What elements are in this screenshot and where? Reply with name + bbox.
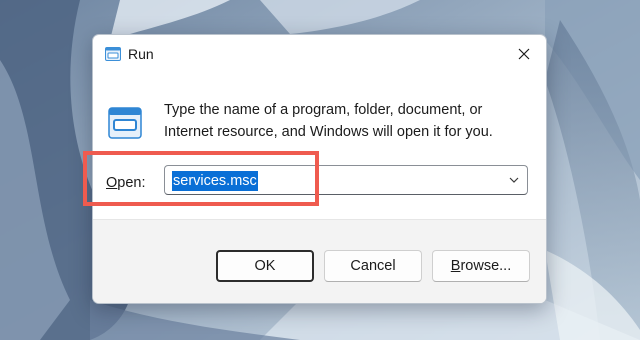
instruction-line-2: Internet resource, and Windows will open… [164, 124, 493, 140]
ok-button[interactable]: OK [216, 250, 314, 282]
open-label-rest: pen: [117, 175, 146, 191]
open-label-mnemonic: O [106, 175, 118, 191]
instruction-text: Type the name of a program, folder, docu… [164, 99, 534, 143]
browse-mnemonic: B [450, 258, 461, 274]
close-icon [518, 48, 530, 60]
window-title: Run [128, 46, 154, 62]
run-app-icon [108, 107, 142, 139]
run-app-icon [105, 47, 121, 61]
open-input-value[interactable]: services.msc [172, 171, 258, 191]
browse-label-rest: rowse... [460, 258, 512, 274]
browse-button[interactable]: Browse... [432, 250, 530, 282]
chevron-down-icon[interactable] [508, 174, 520, 186]
close-button[interactable] [506, 39, 542, 69]
dialog-content: Type the name of a program, folder, docu… [93, 73, 546, 219]
cancel-button[interactable]: Cancel [324, 250, 422, 282]
title-bar[interactable]: Run [93, 35, 546, 73]
run-dialog: Run Type the name of a program, folder, … [92, 34, 547, 304]
open-combobox[interactable]: services.msc [164, 165, 528, 195]
button-bar: OK Cancel Browse... [93, 219, 546, 303]
open-label: Open: [106, 173, 146, 193]
instruction-line-1: Type the name of a program, folder, docu… [164, 102, 483, 118]
